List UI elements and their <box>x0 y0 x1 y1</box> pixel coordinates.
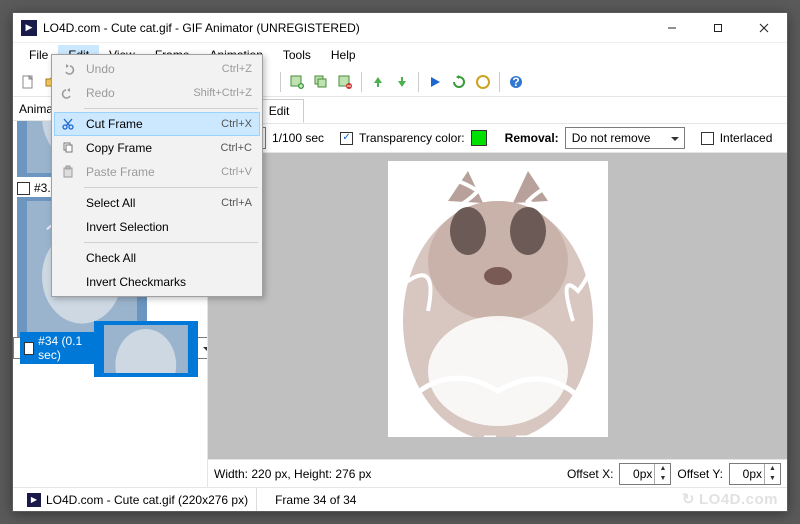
redo-icon <box>58 86 78 100</box>
reload-icon[interactable] <box>448 71 470 93</box>
menu-shortcut: Ctrl+A <box>221 197 252 209</box>
help-icon[interactable]: ? <box>505 71 527 93</box>
new-icon[interactable] <box>17 71 39 93</box>
removal-label: Removal: <box>505 131 559 145</box>
status-file: LO4D.com - Cute cat.gif (220x276 px) <box>46 493 248 507</box>
frame-del-icon[interactable] <box>334 71 356 93</box>
main-area: se Edit ▲▼ 1/100 sec Transparency color:… <box>208 97 787 487</box>
toolbar-separator <box>418 72 419 92</box>
menu-select-all[interactable]: Select All Ctrl+A <box>54 191 260 215</box>
toolbar-separator <box>499 72 500 92</box>
statusbar: ▶ LO4D.com - Cute cat.gif (220x276 px) F… <box>13 487 787 511</box>
titlebar: ▶ LO4D.com - Cute cat.gif - GIF Animator… <box>13 13 787 43</box>
dimensions-label: Width: 220 px, Height: 276 px <box>214 467 371 481</box>
menu-tools[interactable]: Tools <box>273 45 321 65</box>
bottom-bar: Width: 220 px, Height: 276 px Offset X: … <box>208 459 787 487</box>
toolbar-separator <box>361 72 362 92</box>
canvas[interactable] <box>208 153 787 459</box>
menu-paste-frame[interactable]: Paste Frame Ctrl+V <box>54 160 260 184</box>
menu-help[interactable]: Help <box>321 45 366 65</box>
status-file-icon: ▶ <box>27 493 41 507</box>
move-down-icon[interactable] <box>391 71 413 93</box>
menu-label: Select All <box>86 196 213 210</box>
offset-y-label: Offset Y: <box>677 467 723 481</box>
interlaced-label: Interlaced <box>720 131 773 145</box>
play-icon[interactable] <box>424 71 446 93</box>
menu-label: Copy Frame <box>86 141 213 155</box>
transparency-color-swatch[interactable] <box>471 130 487 146</box>
paste-icon <box>58 165 78 179</box>
menu-check-all[interactable]: Check All <box>54 246 260 270</box>
step-down-icon[interactable]: ▼ <box>764 474 780 484</box>
delay-unit-label: 1/100 sec <box>272 131 324 145</box>
close-button[interactable] <box>741 13 787 43</box>
menu-undo[interactable]: Undo Ctrl+Z <box>54 57 260 81</box>
menu-invert-selection[interactable]: Invert Selection <box>54 215 260 239</box>
menu-separator <box>84 187 258 188</box>
frame-thumbnail[interactable] <box>94 321 198 377</box>
menu-label: Invert Selection <box>86 220 252 234</box>
removal-select[interactable]: Do not remove <box>565 127 685 149</box>
offset-x-stepper[interactable]: ▲▼ <box>619 463 671 485</box>
toolbar-separator <box>280 72 281 92</box>
edit-subbar: ▲▼ 1/100 sec Transparency color: Removal… <box>208 123 787 153</box>
maximize-button[interactable] <box>695 13 741 43</box>
window-controls <box>649 13 787 43</box>
frame-add-icon[interactable] <box>286 71 308 93</box>
menu-redo[interactable]: Redo Shift+Ctrl+Z <box>54 81 260 105</box>
frame-checkbox[interactable] <box>24 342 34 355</box>
step-up-icon[interactable]: ▲ <box>654 464 670 474</box>
menu-invert-checkmarks[interactable]: Invert Checkmarks <box>54 270 260 294</box>
copy-icon <box>58 141 78 155</box>
stop-icon[interactable] <box>472 71 494 93</box>
menu-separator <box>84 242 258 243</box>
move-up-icon[interactable] <box>367 71 389 93</box>
status-frame: Frame 34 of 34 <box>275 493 356 507</box>
menu-shortcut: Shift+Ctrl+Z <box>193 87 252 99</box>
step-up-icon[interactable]: ▲ <box>764 464 780 474</box>
offset-x-label: Offset X: <box>567 467 613 481</box>
menu-cut-frame[interactable]: Cut Frame Ctrl+X <box>54 112 260 136</box>
menu-shortcut: Ctrl+C <box>221 142 252 154</box>
menu-label: Redo <box>86 86 185 100</box>
scissors-icon <box>58 117 78 131</box>
menu-label: Undo <box>86 62 214 76</box>
menu-label: Invert Checkmarks <box>86 275 252 289</box>
menu-separator <box>84 108 258 109</box>
svg-text:?: ? <box>512 75 519 89</box>
menu-shortcut: Ctrl+Z <box>222 63 252 75</box>
tabs: se Edit <box>208 97 787 123</box>
step-down-icon[interactable]: ▼ <box>654 474 670 484</box>
frame-checkbox[interactable] <box>17 182 30 195</box>
menu-shortcut: Ctrl+X <box>221 118 252 130</box>
frame-dup-icon[interactable] <box>310 71 332 93</box>
minimize-button[interactable] <box>649 13 695 43</box>
removal-value: Do not remove <box>572 131 651 145</box>
offset-x-input[interactable] <box>620 467 654 481</box>
offset-y-stepper[interactable]: ▲▼ <box>729 463 781 485</box>
menu-label: Cut Frame <box>86 117 213 131</box>
menu-label: Check All <box>86 251 252 265</box>
transparency-label: Transparency color: <box>359 131 465 145</box>
menu-shortcut: Ctrl+V <box>221 166 252 178</box>
frame-item-selected[interactable]: #34 (0.1 sec) <box>13 337 207 359</box>
frame-label: #34 (0.1 sec) <box>38 334 90 362</box>
offset-y-input[interactable] <box>730 467 764 481</box>
app-icon: ▶ <box>21 20 37 36</box>
menu-label: Paste Frame <box>86 165 213 179</box>
window-title: LO4D.com - Cute cat.gif - GIF Animator (… <box>43 21 649 35</box>
interlaced-checkbox[interactable] <box>701 132 714 145</box>
edit-dropdown: Undo Ctrl+Z Redo Shift+Ctrl+Z Cut Frame … <box>51 54 263 297</box>
undo-icon <box>58 62 78 76</box>
frame-image <box>388 161 608 437</box>
transparency-checkbox[interactable] <box>340 132 353 145</box>
menu-copy-frame[interactable]: Copy Frame Ctrl+C <box>54 136 260 160</box>
